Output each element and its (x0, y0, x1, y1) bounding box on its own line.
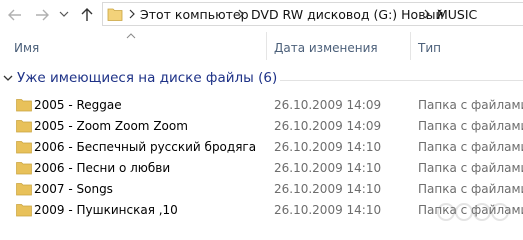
file-date: 26.10.2009 14:09 (274, 98, 382, 112)
breadcrumb-item-this-pc[interactable]: Этот компьютер (140, 7, 249, 22)
file-date: 26.10.2009 14:09 (274, 119, 382, 133)
file-name[interactable]: 2005 - Reggae (34, 98, 122, 112)
column-divider[interactable] (410, 32, 411, 60)
breadcrumb-separator-icon (424, 9, 430, 19)
file-name[interactable]: 2009 - Пушкинская ,10 (34, 203, 178, 217)
breadcrumb-item-dvd-drive[interactable]: DVD RW дисковод (G:) Новый (251, 7, 444, 22)
column-header-name[interactable]: Имя (14, 41, 39, 55)
file-row[interactable]: 2005 - Zoom Zoom Zoom 26.10.2009 14:09 Пап… (0, 116, 523, 137)
folder-icon (16, 162, 32, 175)
column-divider[interactable] (266, 32, 267, 60)
file-date: 26.10.2009 14:10 (274, 203, 382, 217)
folder-icon (16, 141, 32, 154)
file-name[interactable]: 2007 - Songs (34, 182, 113, 196)
column-header-date[interactable]: Дата изменения (274, 41, 378, 55)
breadcrumb-separator-icon (238, 9, 244, 19)
group-divider (280, 80, 523, 81)
file-type: Папка с файлами (418, 161, 523, 175)
file-type: Папка с файлами (418, 182, 523, 196)
file-name[interactable]: 2006 - Беспечный русский бродяга (34, 140, 256, 154)
file-row[interactable]: 2006 - Беспечный русский бродяга 26.10.20… (0, 137, 523, 158)
sort-ascending-icon (126, 33, 136, 39)
folder-icon (16, 204, 32, 217)
arrow-up-icon (81, 8, 93, 21)
arrow-right-icon (36, 9, 49, 21)
file-type: Папка с файлами (418, 140, 523, 154)
column-header-row: Имя Дата изменения Тип (0, 30, 523, 60)
file-row[interactable]: 2006 - Песни о любви 26.10.2009 14:10 Папк… (0, 158, 523, 179)
folder-icon (16, 99, 32, 112)
forward-button[interactable] (33, 6, 51, 24)
recent-locations-button[interactable] (58, 8, 70, 20)
file-type: Папка с файлами (418, 119, 523, 133)
file-name[interactable]: 2005 - Zoom Zoom Zoom (34, 119, 188, 133)
address-bar[interactable]: Этот компьютер DVD RW дисковод (G:) Новы… (102, 2, 523, 26)
file-date: 26.10.2009 14:10 (274, 161, 382, 175)
back-button[interactable] (6, 6, 24, 24)
chevron-down-icon (59, 11, 69, 17)
folder-icon (107, 8, 123, 21)
breadcrumb-separator-icon (129, 9, 135, 19)
navigation-bar: Этот компьютер DVD RW дисковод (G:) Новы… (0, 0, 523, 30)
breadcrumb-item-music[interactable]: MUSIC (437, 7, 477, 22)
file-row[interactable]: 2005 - Reggae 26.10.2009 14:09 Папка с фай… (0, 95, 523, 116)
group-header[interactable]: Уже имеющиеся на диске файлы (6) (0, 68, 523, 90)
up-button[interactable] (78, 6, 96, 24)
file-date: 26.10.2009 14:10 (274, 140, 382, 154)
file-type: Папка с файлами (418, 98, 523, 112)
folder-icon (16, 183, 32, 196)
arrow-left-icon (8, 9, 21, 21)
folder-icon (16, 120, 32, 133)
chevron-down-icon[interactable] (3, 73, 13, 83)
group-title: Уже имеющиеся на диске файлы (6) (17, 70, 278, 86)
watermark-logo (437, 203, 509, 221)
file-explorer-window: Этот компьютер DVD RW дисковод (G:) Новы… (0, 0, 523, 233)
column-header-type[interactable]: Тип (418, 41, 441, 55)
file-name[interactable]: 2006 - Песни о любви (34, 161, 170, 175)
file-date: 26.10.2009 14:10 (274, 182, 382, 196)
